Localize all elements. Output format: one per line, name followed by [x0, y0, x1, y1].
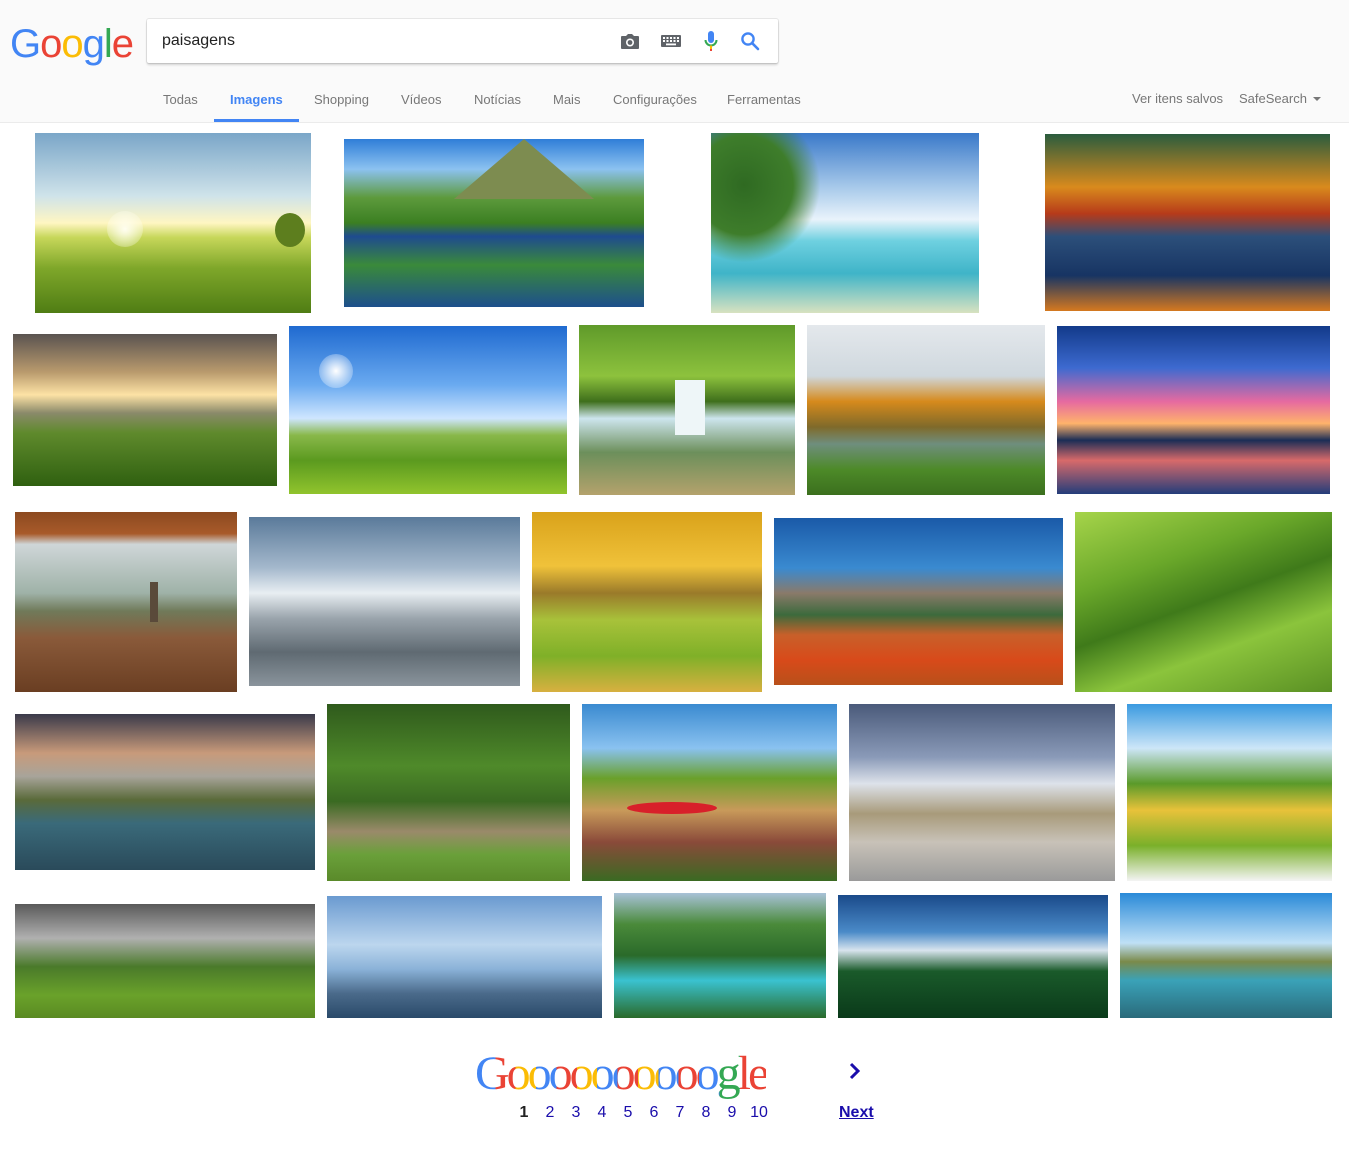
image-result-sunset-hills[interactable]: [13, 334, 277, 486]
page-number-current: 1: [519, 1104, 529, 1121]
image-result-forest-path[interactable]: [327, 704, 570, 881]
logo-letter: G: [10, 22, 41, 66]
image-result-waterfall[interactable]: [579, 325, 795, 495]
tab-mais[interactable]: Mais: [553, 86, 580, 122]
image-result-turtle-island[interactable]: [1120, 893, 1332, 1018]
image-result-snowy-peaks[interactable]: [249, 517, 520, 686]
page-number[interactable]: 10: [747, 1104, 771, 1122]
safesearch-label: SafeSearch: [1239, 91, 1307, 106]
tab-configuracoes[interactable]: Configurações: [613, 86, 697, 122]
image-result-green-hills[interactable]: [1075, 512, 1332, 692]
saved-items-link[interactable]: Ver itens salvos: [1132, 91, 1223, 106]
next-page-link[interactable]: Next: [839, 1104, 874, 1122]
image-result-sunrise-field[interactable]: [35, 133, 311, 313]
logo-letter: e: [111, 22, 134, 66]
pagination-logo: Goooooooooogle: [475, 1046, 769, 1102]
microphone-icon[interactable]: [700, 31, 722, 51]
page-number[interactable]: 9: [723, 1104, 741, 1122]
pagination-logo-text: Goooooooooogle: [475, 1047, 769, 1100]
logo-letter: g: [82, 22, 105, 66]
image-result-mountain-river[interactable]: [15, 714, 315, 870]
header-bar: Google Todas Imagens Shopping Vídeos Not…: [0, 0, 1349, 123]
image-result-aerial-lake[interactable]: [614, 893, 826, 1018]
dropdown-arrow-icon: [1312, 96, 1321, 101]
page-number[interactable]: 6: [645, 1104, 663, 1122]
page-number[interactable]: 4: [593, 1104, 611, 1122]
image-result-autumn-bridge[interactable]: [807, 325, 1045, 495]
image-result-orange-valley[interactable]: [774, 518, 1063, 685]
logo-letter: o: [61, 22, 83, 66]
page-number[interactable]: 8: [697, 1104, 715, 1122]
tab-videos[interactable]: Vídeos: [401, 86, 441, 122]
image-result-mont-saint-michel[interactable]: [849, 704, 1115, 881]
image-result-room-view[interactable]: [15, 512, 237, 692]
logo-letter: l: [103, 22, 113, 66]
google-logo[interactable]: Google: [10, 22, 134, 66]
image-result-sunny-meadow[interactable]: [289, 326, 567, 494]
image-result-fantasy-pagoda[interactable]: [327, 896, 602, 1018]
search-input[interactable]: [162, 29, 602, 53]
camera-icon[interactable]: [619, 31, 641, 51]
tab-shopping[interactable]: Shopping: [314, 86, 369, 122]
image-result-painted-path[interactable]: [1127, 704, 1332, 881]
image-result-green-cliffs[interactable]: [838, 895, 1108, 1018]
keyboard-icon[interactable]: [660, 31, 682, 51]
page-number[interactable]: 5: [619, 1104, 637, 1122]
safesearch-menu[interactable]: SafeSearch: [1239, 91, 1321, 106]
tab-todas[interactable]: Todas: [163, 86, 198, 122]
page-number[interactable]: 2: [541, 1104, 559, 1122]
tab-noticias[interactable]: Notícias: [474, 86, 521, 122]
page-number[interactable]: 7: [671, 1104, 689, 1122]
search-icon[interactable]: [739, 31, 761, 51]
image-result-tree-alley[interactable]: [15, 904, 315, 1018]
image-result-mountain-lake[interactable]: [344, 139, 644, 307]
page-number[interactable]: 3: [567, 1104, 585, 1122]
next-arrow-icon[interactable]: [848, 1060, 862, 1087]
image-result-colorful-sky[interactable]: [1057, 326, 1330, 494]
image-result-kayak-river[interactable]: [582, 704, 837, 881]
logo-letter: o: [40, 22, 62, 66]
tab-imagens[interactable]: Imagens: [214, 86, 299, 122]
search-box: [147, 19, 778, 63]
image-result-tropical-beach[interactable]: [711, 133, 979, 313]
image-result-autumn-lake[interactable]: [1045, 134, 1330, 311]
tab-ferramentas[interactable]: Ferramentas: [727, 86, 801, 122]
image-result-golden-tree[interactable]: [532, 512, 762, 692]
